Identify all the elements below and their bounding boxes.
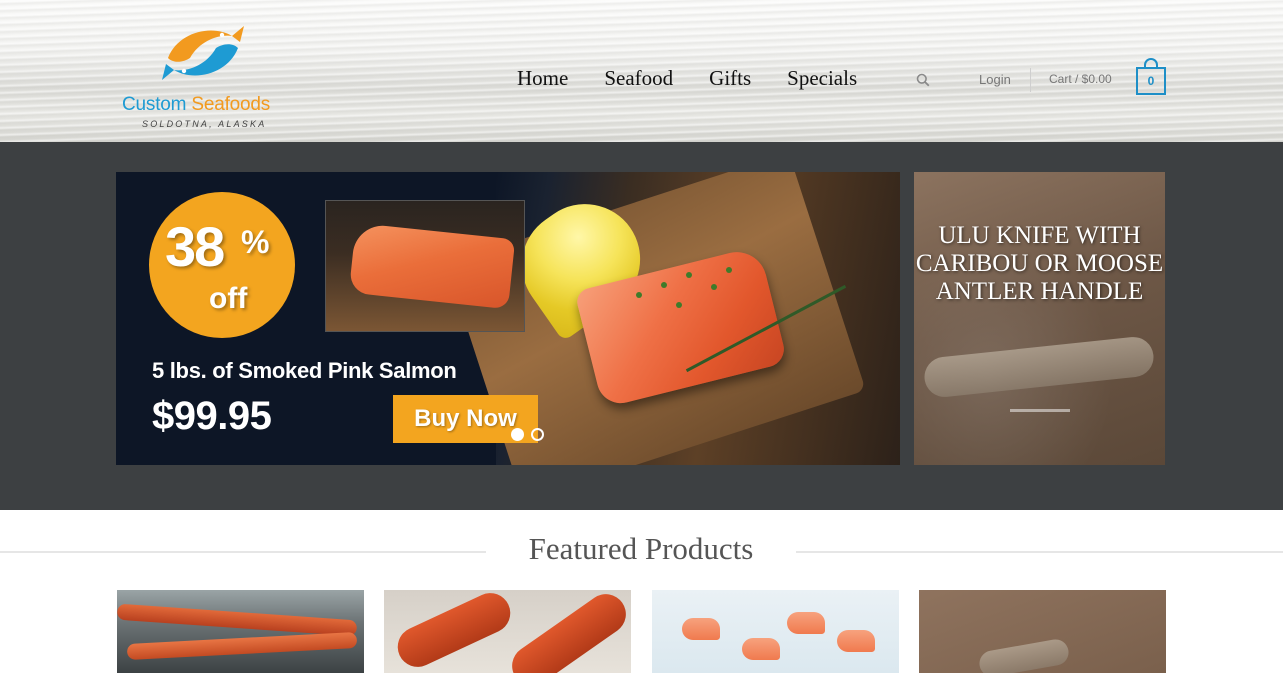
search-icon[interactable] [916, 73, 930, 87]
shopping-bag-icon[interactable]: 0 [1136, 67, 1166, 95]
shrimp-image [787, 612, 825, 634]
promo-price: $99.95 [152, 394, 272, 438]
site-header: Custom Seafoods SOLDOTNA, ALASKA Home Se… [0, 0, 1283, 142]
site-logo[interactable]: Custom Seafoods SOLDOTNA, ALASKA [118, 16, 288, 134]
login-link[interactable]: Login [979, 72, 1011, 87]
antler-handle-image [922, 335, 1156, 399]
herb-garnish [636, 292, 642, 298]
crab-leg-image [504, 590, 631, 673]
antler-handle-image [977, 637, 1071, 673]
slider-dot-1[interactable] [511, 428, 524, 441]
crab-leg-image [391, 590, 517, 673]
promo-title: 5 lbs. of Smoked Pink Salmon [152, 358, 457, 383]
nav-item-specials[interactable]: Specials [787, 66, 857, 91]
main-nav: Home Seafood Gifts Specials [517, 64, 857, 92]
promo-slider[interactable]: 38 % off 5 lbs. of Smoked Pink Salmon $9… [116, 172, 900, 465]
nav-item-home[interactable]: Home [517, 66, 568, 91]
slider-dot-2[interactable] [531, 428, 544, 441]
logo-name-part1: Custom [122, 94, 187, 115]
product-card-shrimp[interactable] [652, 590, 899, 673]
ulu-knife-promo-title: ULU KNIFE WITH CARIBOU OR MOOSE ANTLER H… [915, 222, 1164, 305]
shrimp-image [682, 618, 720, 640]
herb-garnish [686, 272, 692, 278]
promo-divider [1010, 409, 1070, 412]
featured-products-heading: Featured Products [528, 531, 754, 566]
product-card-ulu-knife[interactable] [919, 590, 1166, 673]
herb-garnish [726, 267, 732, 273]
product-card-king-crab[interactable] [117, 590, 364, 673]
cart-link[interactable]: Cart / $0.00 [1049, 72, 1112, 86]
logo-location: SOLDOTNA, ALASKA [142, 119, 267, 129]
section-rule-left [0, 551, 486, 553]
herb-garnish [661, 282, 667, 288]
nav-item-gifts[interactable]: Gifts [709, 66, 751, 91]
shrimp-image [742, 638, 780, 660]
logo-name-part2: Seafoods [191, 94, 271, 115]
discount-off-label: off [209, 282, 248, 315]
discount-number: 38 [165, 215, 225, 278]
ulu-knife-promo[interactable]: ULU KNIFE WITH CARIBOU OR MOOSE ANTLER H… [914, 172, 1165, 465]
herb-garnish [676, 302, 682, 308]
discount-badge: 38 % off [149, 192, 295, 338]
smoked-salmon-inset-image [325, 200, 525, 332]
shrimp-image [837, 630, 875, 652]
crab-leg-image [117, 603, 358, 637]
herb-garnish [711, 284, 717, 290]
header-divider [1030, 68, 1031, 92]
two-fish-icon [162, 26, 244, 80]
discount-percent-sign: % [241, 224, 270, 260]
product-card-snow-crab[interactable] [384, 590, 631, 673]
logo-wordmark: Custom Seafoods [122, 94, 270, 116]
smoked-salmon-fillet [348, 222, 516, 310]
crab-leg-image [126, 631, 358, 661]
nav-item-seafood[interactable]: Seafood [604, 66, 673, 91]
section-rule-right [796, 551, 1283, 553]
